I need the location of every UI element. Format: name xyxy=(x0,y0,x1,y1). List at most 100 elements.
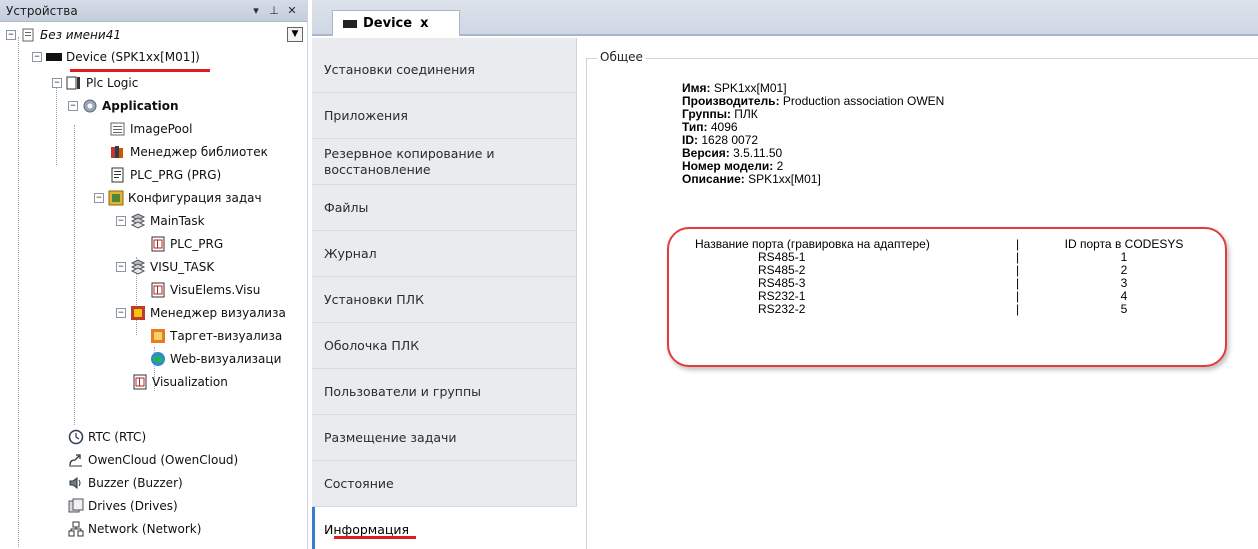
tree-item-label: Без имени41 xyxy=(40,28,121,42)
tree-item-visuelems[interactable]: VisuElems.Visu xyxy=(150,279,260,301)
tree-item-visu-task[interactable]: − VISU_TASK xyxy=(116,256,214,278)
close-panel-icon[interactable]: ✕ xyxy=(283,4,301,17)
tab-device[interactable]: Device x xyxy=(332,10,460,36)
tree-item-rtc[interactable]: RTC (RTC) xyxy=(68,426,146,448)
collapse-toggle-icon[interactable]: − xyxy=(116,262,126,272)
speaker-icon xyxy=(68,475,84,491)
ports-table-highlight: Название порта (гравировка на адаптере) … xyxy=(667,227,1227,367)
collapse-toggle-icon[interactable]: − xyxy=(116,308,126,318)
nav-plc-settings[interactable]: Установки ПЛК xyxy=(312,277,577,322)
tree-item-buzzer[interactable]: Buzzer (Buzzer) xyxy=(68,472,183,494)
tree-item-label: Buzzer (Buzzer) xyxy=(88,476,183,490)
tab-label: Device xyxy=(363,16,413,31)
library-manager-icon xyxy=(110,144,126,160)
nav-backup-restore[interactable]: Резервное копирование и восстановление xyxy=(312,139,577,184)
tree-line xyxy=(18,37,19,547)
tree-item-label: PLC_PRG xyxy=(170,237,224,251)
info-description: Описание: SPK1xx[M01] xyxy=(682,172,821,186)
application-gear-icon xyxy=(82,98,98,114)
tree-item-label: Таргет-визуализа xyxy=(170,329,283,343)
nav-information[interactable]: Информация xyxy=(312,507,577,549)
tree-item-label: Application xyxy=(102,99,179,113)
close-tab-icon[interactable]: x xyxy=(420,16,428,31)
tree-item-label: Менеджер визуализа xyxy=(150,306,286,320)
device-tree: ▼ − Без имени41 − Device (SPK1xx[M01]) −… xyxy=(0,23,307,549)
device-info-block: Имя: SPK1xx[M01] Производитель: Producti… xyxy=(682,82,944,186)
tree-item-maintask[interactable]: − MainTask xyxy=(116,210,205,232)
project-icon xyxy=(20,27,36,43)
clock-icon xyxy=(68,429,84,445)
nav-applications[interactable]: Приложения xyxy=(312,93,577,138)
table-row: RS232-2 | 5 xyxy=(669,303,1229,316)
network-icon xyxy=(68,521,84,537)
tree-item-plc-prg[interactable]: PLC_PRG (PRG) xyxy=(110,164,221,186)
task-icon xyxy=(130,259,146,275)
visualization-icon xyxy=(132,374,148,390)
port-id: 5 xyxy=(1120,302,1128,316)
program-call-icon xyxy=(150,282,166,298)
target-visu-icon xyxy=(150,328,166,344)
devices-panel-title: Устройства xyxy=(6,3,78,18)
tree-item-label: MainTask xyxy=(150,214,205,228)
tree-item-label: Drives (Drives) xyxy=(88,499,178,513)
panel-dropdown-icon[interactable]: ▾ xyxy=(247,4,265,17)
drives-icon xyxy=(68,498,84,514)
tree-item-network[interactable]: Network (Network) xyxy=(68,518,201,540)
collapse-toggle-icon[interactable]: − xyxy=(94,193,104,203)
devices-panel-header: Устройства ▾ ⊥ ✕ xyxy=(0,0,307,22)
device-icon xyxy=(46,49,62,65)
tree-item-label: VisuElems.Visu xyxy=(170,283,261,297)
tree-item-visu-manager[interactable]: − Менеджер визуализа xyxy=(116,302,286,324)
tree-item-imagepool[interactable]: ImagePool xyxy=(110,118,192,140)
general-groupbox: Общее Имя: SPK1xx[M01] Производитель: Pr… xyxy=(586,50,1258,549)
web-visu-icon xyxy=(150,351,166,367)
nav-status[interactable]: Состояние xyxy=(312,461,577,506)
collapse-toggle-icon[interactable]: − xyxy=(6,30,16,40)
nav-users-groups[interactable]: Пользователи и группы xyxy=(312,369,577,414)
highlight-underline xyxy=(334,536,416,539)
nav-log[interactable]: Журнал xyxy=(312,231,577,276)
device-settings-nav: Установки соединения Приложения Резервно… xyxy=(312,38,577,549)
tree-item-label: Plc Logic xyxy=(86,76,139,90)
collapse-toggle-icon[interactable]: − xyxy=(116,216,126,226)
nav-task-deployment[interactable]: Размещение задачи xyxy=(312,415,577,460)
image-pool-icon xyxy=(110,121,126,137)
tree-item-device[interactable]: − Device (SPK1xx[M01]) xyxy=(32,46,200,68)
nav-plc-shell[interactable]: Оболочка ПЛК xyxy=(312,323,577,368)
collapse-toggle-icon[interactable]: − xyxy=(32,52,42,62)
tree-item-plc-logic[interactable]: − Plc Logic xyxy=(52,72,138,94)
tree-item-maintask-plc-prg[interactable]: PLC_PRG xyxy=(150,233,223,255)
tree-item-target-visu[interactable]: Таргет-визуализа xyxy=(150,325,282,347)
tree-item-web-visu[interactable]: Web-визуализаци xyxy=(150,348,281,370)
tree-item-application[interactable]: − Application xyxy=(68,95,179,117)
tree-scroll-dropdown-icon[interactable]: ▼ xyxy=(287,27,303,42)
tree-item-project[interactable]: − Без имени41 xyxy=(6,24,121,46)
tree-item-drives[interactable]: Drives (Drives) xyxy=(68,495,178,517)
device-icon xyxy=(343,19,357,28)
program-icon xyxy=(110,167,126,183)
tree-item-visualization[interactable]: Visualization xyxy=(132,371,228,393)
tree-item-label: ImagePool xyxy=(130,122,193,136)
tree-item-label: Visualization xyxy=(152,375,228,389)
nav-connection-settings[interactable]: Установки соединения xyxy=(312,47,577,92)
program-call-icon xyxy=(150,236,166,252)
table-row: RS485-3 | 3 xyxy=(669,277,1229,290)
collapse-toggle-icon[interactable]: − xyxy=(68,101,78,111)
port-name: RS232-2 xyxy=(758,302,806,316)
table-row: RS485-2 | 2 xyxy=(669,264,1229,277)
tree-item-label: Device (SPK1xx[M01]) xyxy=(66,50,200,64)
pin-icon[interactable]: ⊥ xyxy=(265,4,283,17)
tree-item-library-manager[interactable]: Менеджер библиотек xyxy=(110,141,268,163)
tree-item-owencloud[interactable]: OwenCloud (OwenCloud) xyxy=(68,449,238,471)
plc-logic-icon xyxy=(66,75,82,91)
collapse-toggle-icon[interactable]: − xyxy=(52,78,62,88)
tree-item-label: Конфигурация задач xyxy=(128,191,262,205)
tree-item-task-config[interactable]: − Конфигурация задач xyxy=(94,187,262,209)
nav-files[interactable]: Файлы xyxy=(312,185,577,230)
tree-item-label: RTC (RTC) xyxy=(88,430,147,444)
column-separator: | xyxy=(1016,302,1020,316)
visu-manager-icon xyxy=(130,305,146,321)
devices-panel: Устройства ▾ ⊥ ✕ ▼ − Без имени41 − Devic… xyxy=(0,0,308,549)
table-row: RS232-1 | 4 xyxy=(669,290,1229,303)
device-editor: Device x Установки соединения Приложения… xyxy=(312,0,1258,549)
